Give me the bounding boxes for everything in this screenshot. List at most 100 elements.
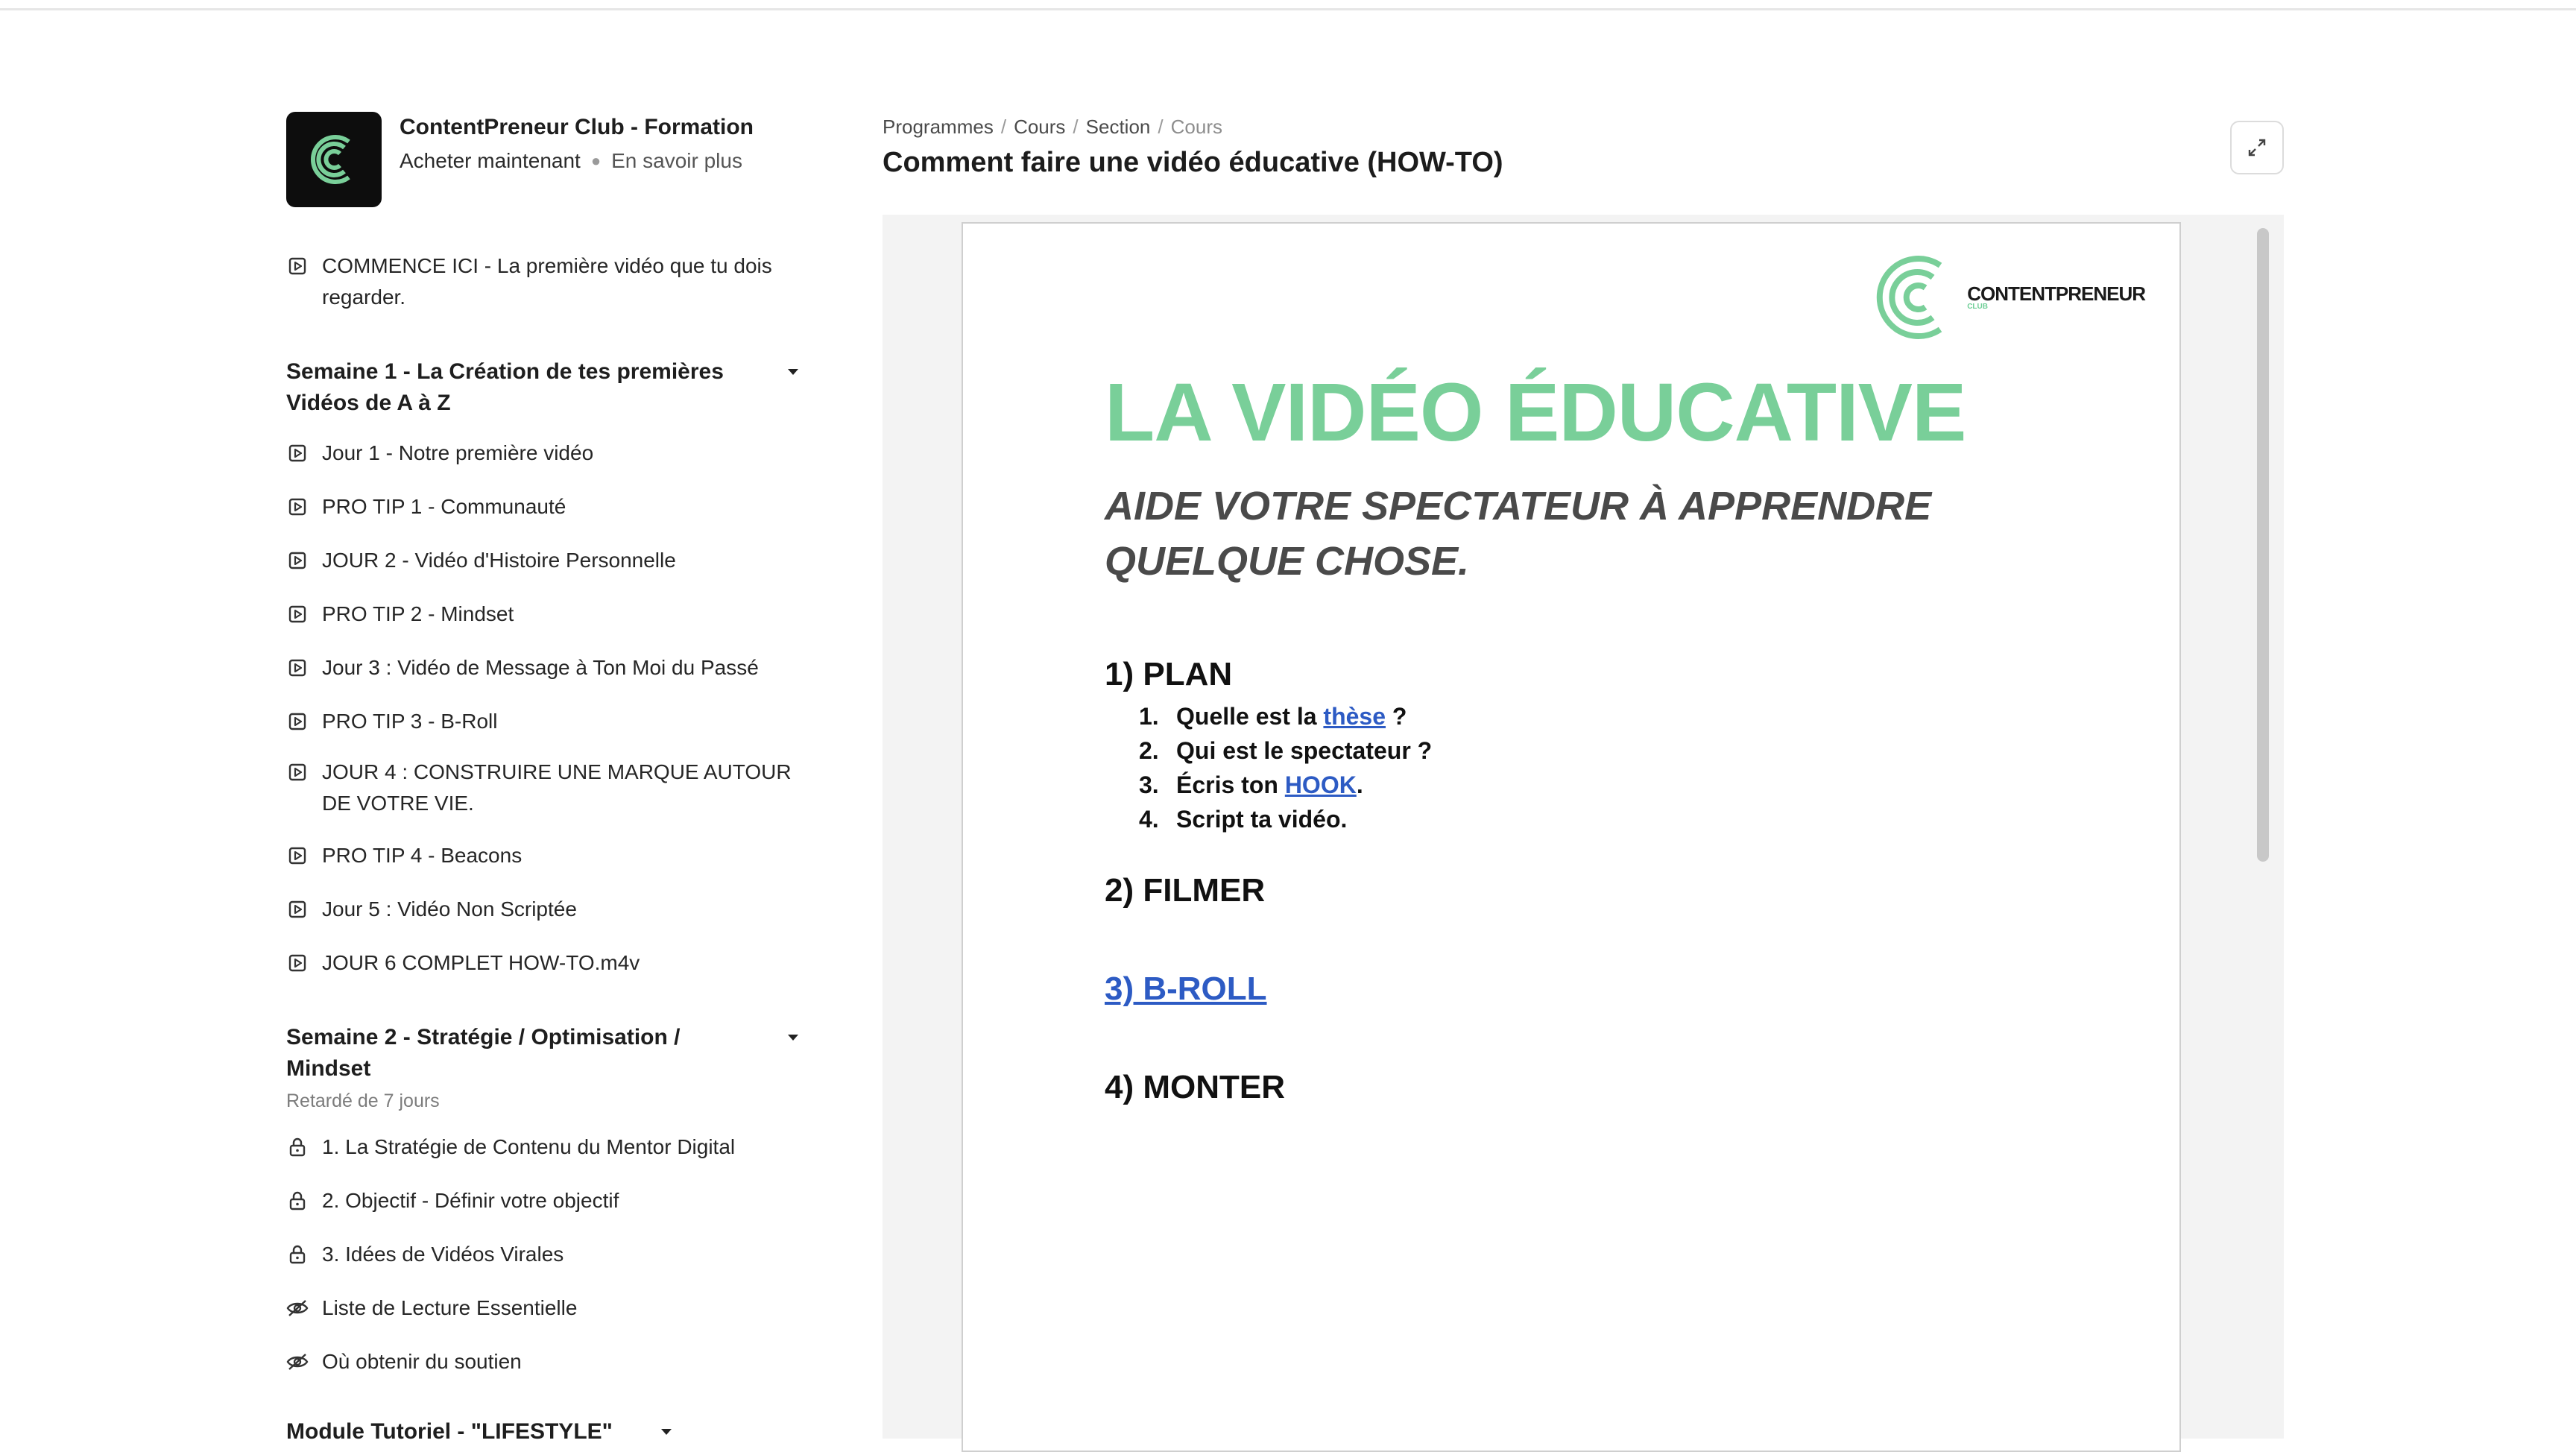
lesson-item[interactable]: PRO TIP 1 - Communauté [286, 491, 801, 523]
video-icon [286, 438, 309, 469]
list-number: 3. [1139, 771, 1159, 798]
locked-lesson-item[interactable]: 3. Idées de Vidéos Virales [286, 1239, 801, 1270]
list-item: 2. Qui est le spectateur ? [1139, 733, 1432, 768]
document-viewer[interactable]: CONTENTPRENEUR CLUB LA VIDÉO ÉDUCATIVE A… [883, 215, 2284, 1452]
list-item: 3. Écris ton HOOK. [1139, 768, 1432, 802]
list-item: 4. Script ta vidéo. [1139, 802, 1432, 836]
list-text: Script ta vidéo. [1176, 806, 1348, 833]
section-week1[interactable]: Semaine 1 - La Création de tes premières… [286, 356, 801, 419]
lesson-label: 1. La Stratégie de Contenu du Mentor Dig… [322, 1135, 736, 1158]
lesson-label: JOUR 2 - Vidéo d'Histoire Personnelle [322, 549, 676, 572]
viewer-scrollbar[interactable] [2257, 228, 2269, 862]
document-section-monter: 4) MONTER [1105, 1069, 1285, 1105]
lesson-item[interactable]: Jour 1 - Notre première vidéo [286, 438, 801, 469]
document-subheading: AIDE VOTRE SPECTATEUR À APPRENDRE QUELQU… [1105, 484, 1932, 584]
lesson-label: Où obtenir du soutien [322, 1350, 522, 1373]
video-icon [286, 757, 309, 788]
caret-down-icon[interactable] [786, 356, 801, 388]
breadcrumb-separator: / [1073, 116, 1079, 138]
list-number: 1. [1139, 703, 1159, 730]
list-text-part: . [1356, 771, 1363, 798]
list-item: 1. Quelle est la thèse ? [1139, 699, 1432, 733]
lesson-label: COMMENCE ICI - La première vidéo que tu … [322, 254, 772, 309]
lesson-item[interactable]: JOUR 6 COMPLET HOW-TO.m4v [286, 947, 801, 979]
lesson-label: PRO TIP 4 - Beacons [322, 844, 523, 867]
video-icon [286, 652, 309, 684]
section-title: Module Tutoriel - "LIFESTYLE" [286, 1419, 613, 1444]
breadcrumb-courses[interactable]: Cours [1014, 116, 1065, 139]
lesson-item[interactable]: PRO TIP 4 - Beacons [286, 840, 801, 871]
breadcrumb-separator: / [1158, 116, 1164, 138]
video-icon [286, 894, 309, 925]
eye-off-icon [286, 1292, 309, 1324]
lesson-item[interactable]: Jour 5 : Vidéo Non Scriptée [286, 894, 801, 925]
lock-icon [286, 1131, 309, 1163]
lesson-label: JOUR 4 : CONSTRUIRE UNE MARQUE AUTOUR DE… [322, 760, 792, 815]
lesson-label: PRO TIP 3 - B-Roll [322, 710, 498, 733]
lesson-label: Jour 3 : Vidéo de Message à Ton Moi du P… [322, 656, 759, 679]
list-number: 4. [1139, 806, 1159, 833]
lesson-label: PRO TIP 1 - Communauté [322, 495, 566, 518]
document-section-plan: 1) PLAN [1105, 656, 1233, 692]
breadcrumb-programs[interactable]: Programmes [883, 116, 994, 139]
section-module-tutoriel[interactable]: Module Tutoriel - "LIFESTYLE" [286, 1416, 674, 1448]
locked-lesson-item[interactable]: 1. La Stratégie de Contenu du Mentor Dig… [286, 1131, 801, 1163]
lesson-item[interactable]: Jour 3 : Vidéo de Message à Ton Moi du P… [286, 652, 801, 684]
lesson-item[interactable]: JOUR 4 : CONSTRUIRE UNE MARQUE AUTOUR DE… [286, 757, 801, 819]
section-title: Semaine 2 - Stratégie / Optimisation / M… [286, 1025, 681, 1081]
caret-down-icon[interactable] [786, 1022, 801, 1053]
document-page: CONTENTPRENEUR CLUB LA VIDÉO ÉDUCATIVE A… [962, 222, 2181, 1452]
list-text: Qui est le spectateur ? [1176, 737, 1433, 764]
section-title: Semaine 1 - La Création de tes premières… [286, 359, 724, 415]
video-icon [286, 840, 309, 871]
lock-icon [286, 1185, 309, 1216]
document-section-broll-link[interactable]: 3) B-ROLL [1105, 970, 1267, 1008]
list-text: Écris ton HOOK. [1176, 768, 1363, 802]
fullscreen-button[interactable] [2230, 121, 2284, 174]
lesson-item[interactable]: PRO TIP 2 - Mindset [286, 599, 801, 630]
list-text: Quelle est la thèse ? [1176, 699, 1407, 733]
hidden-lesson-item[interactable]: Liste de Lecture Essentielle [286, 1292, 801, 1324]
lesson-label: 2. Objectif - Définir votre objectif [322, 1189, 619, 1212]
list-text-part: Écris ton [1176, 771, 1278, 798]
breadcrumb-separator: / [1000, 116, 1007, 138]
lesson-label: Jour 5 : Vidéo Non Scriptée [322, 897, 577, 921]
contentpreneur-logo-icon [1876, 256, 1942, 339]
lesson-item[interactable]: PRO TIP 3 - B-Roll [286, 706, 801, 737]
breadcrumb-current: Cours [1170, 116, 1222, 138]
section-week2[interactable]: Semaine 2 - Stratégie / Optimisation / M… [286, 1022, 801, 1085]
expand-icon [2248, 139, 2266, 157]
video-icon [286, 491, 309, 523]
logo-wordmark: CONTENTPRENEUR CLUB [1967, 282, 2146, 311]
document-heading: LA VIDÉO ÉDUCATIVE [1105, 367, 1966, 458]
lesson-label: PRO TIP 2 - Mindset [322, 602, 514, 625]
page-title: Comment faire une vidéo éducative (HOW-T… [883, 147, 1503, 178]
breadcrumb: Programmes / Cours / Section / Cours [883, 116, 1222, 139]
video-icon [286, 545, 309, 576]
caret-down-icon[interactable] [659, 1416, 674, 1448]
list-number: 2. [1139, 737, 1159, 764]
lesson-label: Jour 1 - Notre première vidéo [322, 441, 594, 464]
lesson-label: JOUR 6 COMPLET HOW-TO.m4v [322, 951, 640, 974]
video-icon [286, 599, 309, 630]
video-icon [286, 706, 309, 737]
list-text-part: Quelle est la [1176, 703, 1317, 730]
document-logo: CONTENTPRENEUR CLUB [1873, 249, 2146, 346]
hidden-lesson-item[interactable]: Où obtenir du soutien [286, 1346, 801, 1377]
video-icon [286, 947, 309, 979]
eye-off-icon [286, 1346, 309, 1377]
video-icon [286, 250, 309, 282]
document-section-filmer: 2) FILMER [1105, 872, 1266, 909]
lesson-item[interactable]: JOUR 2 - Vidéo d'Histoire Personnelle [286, 545, 801, 576]
list-text-part: ? [1392, 703, 1407, 730]
breadcrumb-section[interactable]: Section [1086, 116, 1151, 139]
lock-icon [286, 1239, 309, 1270]
lesson-label: Liste de Lecture Essentielle [322, 1296, 578, 1319]
locked-lesson-item[interactable]: 2. Objectif - Définir votre objectif [286, 1185, 801, 1216]
logo-text: CONTENTPRENEUR [1967, 282, 2146, 305]
plan-list: 1. Quelle est la thèse ? 2. Qui est le s… [1139, 699, 1432, 836]
lesson-item-intro[interactable]: COMMENCE ICI - La première vidéo que tu … [286, 250, 801, 313]
course-outline: COMMENCE ICI - La première vidéo que tu … [286, 0, 801, 1444]
hook-link[interactable]: HOOK [1285, 771, 1357, 798]
these-link[interactable]: thèse [1323, 703, 1386, 730]
